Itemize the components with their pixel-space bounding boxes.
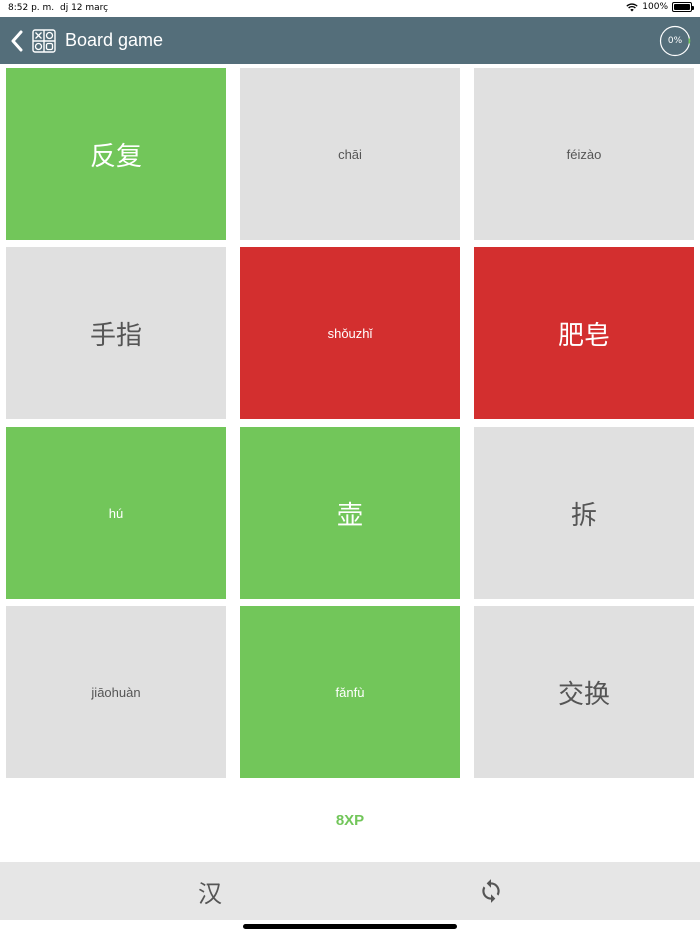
board-tile[interactable]: 拆 — [474, 427, 694, 599]
refresh-button[interactable] — [475, 872, 507, 910]
refresh-icon — [482, 879, 500, 903]
chevron-left-icon — [11, 30, 23, 52]
tile-hanzi: 交换 — [557, 679, 610, 710]
board-tile[interactable]: jiāohuàn — [6, 606, 226, 778]
wifi-icon — [626, 2, 638, 11]
home-indicator — [243, 924, 457, 929]
status-right: 100% — [626, 2, 694, 12]
tile-hanzi: 壶 — [336, 500, 363, 531]
board-tile[interactable]: 壶 — [240, 427, 460, 599]
battery-icon — [672, 2, 694, 12]
board-tile[interactable]: féizào — [474, 68, 694, 240]
board-tile[interactable]: 肥皂 — [474, 247, 694, 419]
tile-pinyin: féizào — [566, 146, 602, 162]
board-tile[interactable]: 交换 — [474, 606, 694, 778]
app-header: Board game 0% — [0, 17, 700, 64]
tile-hanzi: 手指 — [89, 320, 142, 351]
board-tile[interactable]: 手指 — [6, 247, 226, 419]
tile-pinyin: hú — [108, 505, 124, 521]
battery-percent: 100% — [642, 2, 668, 12]
back-button[interactable] — [6, 27, 28, 55]
tile-hanzi: 拆 — [570, 500, 597, 531]
hanzi-toggle-button[interactable]: 汉 — [180, 872, 240, 910]
board-tile[interactable]: fǎnfù — [240, 606, 460, 778]
board-tile[interactable]: chāi — [240, 68, 460, 240]
board-game-icon — [32, 29, 56, 53]
tile-pinyin: fǎnfù — [335, 684, 365, 700]
tile-pinyin: jiāohuàn — [91, 684, 141, 700]
board-tile[interactable]: hú — [6, 427, 226, 599]
tile-hanzi: 肥皂 — [557, 320, 610, 351]
progress-percent: 0% — [667, 36, 683, 46]
status-date: dj 12 març — [60, 3, 109, 13]
status-bar: 8:52 p. m. dj 12 març 100% — [0, 0, 700, 17]
status-time: 8:52 p. m. — [8, 3, 55, 13]
tile-pinyin: chāi — [338, 146, 362, 162]
board-tile[interactable]: 反复 — [6, 68, 226, 240]
tile-hanzi: 反复 — [89, 141, 142, 172]
bottom-toolbar: 汉 — [0, 862, 700, 920]
xp-score: 8XP — [335, 812, 365, 829]
page-title: Board game — [65, 30, 164, 50]
board-tile[interactable]: shǒuzhǐ — [240, 247, 460, 419]
tile-pinyin: shǒuzhǐ — [327, 325, 373, 341]
